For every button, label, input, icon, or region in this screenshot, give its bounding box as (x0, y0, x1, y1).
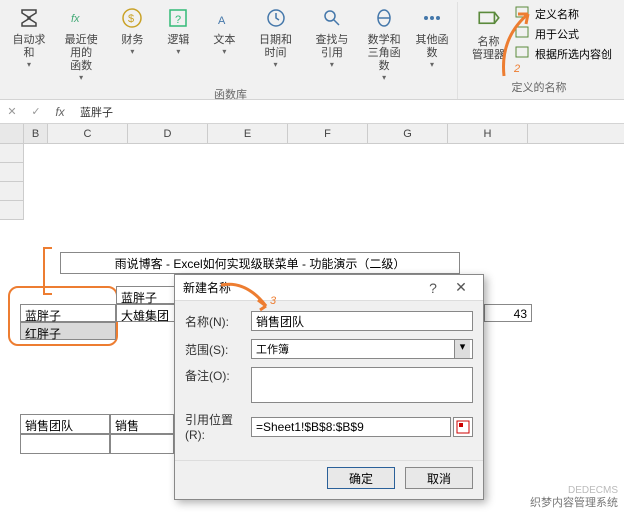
recent-button[interactable]: fx最近使用的 函数▾ (54, 2, 108, 84)
math-button[interactable]: 数学和 三角函数▾ (361, 2, 407, 84)
formula-bar: ✕ ✓ fx 蓝胖子 (0, 100, 624, 124)
chevron-down-icon: ▾ (130, 47, 134, 56)
ribbon: 自动求和▾fx最近使用的 函数▾$财务▾?逻辑▾A文本▾日期和时间▾查找与引用▾… (0, 0, 624, 100)
watermark: 织梦内容管理系统 (530, 494, 618, 510)
column-headers: BCDEFGH (0, 124, 624, 144)
money-icon: $ (118, 4, 146, 32)
column-header[interactable]: E (208, 124, 288, 143)
formula-accept-button[interactable]: ✓ (24, 101, 48, 123)
name-manager-button[interactable]: 名称 管理器 (466, 4, 511, 77)
cell[interactable]: 大雄集团 (116, 304, 176, 322)
refers-to-input[interactable] (251, 417, 451, 437)
logical-button[interactable]: ?逻辑▾ (156, 2, 200, 84)
dialog-titlebar[interactable]: 新建名称 ? ✕ (175, 275, 483, 301)
chevron-down-icon: ▾ (382, 73, 386, 82)
useinfx-button[interactable]: 用于公式 (515, 24, 612, 44)
column-header[interactable]: B (24, 124, 48, 143)
lookup-button[interactable]: 查找与引用▾ (305, 2, 359, 84)
createfromsel-button[interactable]: 根据所选内容创 (515, 44, 612, 64)
sheet-title-cell[interactable]: 雨说博客 - Excel如何实现级联菜单 - 功能演示（二级） (60, 252, 460, 274)
cell[interactable]: 蓝胖子 (116, 286, 176, 304)
svg-text:fx: fx (71, 13, 80, 25)
tag-sm-icon (515, 6, 531, 22)
dialog-title: 新建名称 (183, 279, 419, 296)
formula-input[interactable]: 蓝胖子 (72, 104, 121, 120)
column-header[interactable]: F (288, 124, 368, 143)
new-name-dialog: 新建名称 ? ✕ 名称(N): 范围(S): 工作簿 ▾ 备注(O): 引用位置… (174, 274, 484, 500)
fx-icon: fx (55, 105, 64, 119)
chevron-down-icon: ▾ (330, 60, 334, 69)
autosum-button[interactable]: 自动求和▾ (6, 2, 52, 84)
cell[interactable] (20, 434, 110, 454)
ribbon-group-names: 名称 管理器 定义名称用于公式根据所选内容创 定义的名称 (458, 2, 620, 99)
cell[interactable]: 销售 (110, 414, 174, 434)
column-header[interactable]: G (368, 124, 448, 143)
tag-icon (475, 6, 503, 34)
chevron-down-icon: ▾ (27, 60, 31, 69)
fx-recent-icon: fx (67, 4, 95, 32)
chevron-down-icon: ▾ (454, 340, 470, 358)
sigma-icon (15, 4, 43, 32)
chevron-down-icon: ▾ (79, 73, 83, 82)
scope-select[interactable]: 工作簿 ▾ (251, 339, 473, 359)
ok-button[interactable]: 确定 (327, 467, 395, 489)
grid-sm-icon (515, 46, 531, 62)
chevron-down-icon: ▾ (176, 47, 180, 56)
selected-cell[interactable]: 红胖子 (20, 322, 116, 340)
ribbon-group-title: 定义的名称 (512, 77, 567, 97)
svg-text:?: ? (175, 14, 181, 26)
fx-sm-icon (515, 26, 531, 42)
clock-icon (262, 4, 290, 32)
question-icon: ? (164, 4, 192, 32)
insert-function-button[interactable]: fx (48, 101, 72, 123)
chevron-down-icon: ▾ (430, 60, 434, 69)
chevron-down-icon: ▾ (274, 60, 278, 69)
select-all-cell[interactable] (0, 124, 24, 143)
spreadsheet-grid[interactable]: 雨说博客 - Excel如何实现级联菜单 - 功能演示（二级） 蓝胖子 红胖子 … (0, 144, 624, 512)
field-label-refers: 引用位置(R): (185, 411, 251, 442)
text-button[interactable]: A文本▾ (202, 2, 246, 84)
ribbon-group-functions: 自动求和▾fx最近使用的 函数▾$财务▾?逻辑▾A文本▾日期和时间▾查找与引用▾… (4, 2, 458, 99)
selected-cell[interactable]: 蓝胖子 (20, 304, 116, 322)
ribbon-group-title: 函数库 (214, 84, 247, 104)
column-header[interactable]: C (48, 124, 128, 143)
dialog-help-button[interactable]: ? (419, 280, 447, 296)
svg-text:$: $ (128, 13, 134, 25)
datetime-button[interactable]: 日期和时间▾ (248, 2, 302, 84)
define-button[interactable]: 定义名称 (515, 4, 612, 24)
cell[interactable] (110, 434, 174, 454)
financial-button[interactable]: $财务▾ (110, 2, 154, 84)
range-picker-button[interactable] (453, 417, 473, 437)
grid-icon (456, 420, 470, 434)
name-input[interactable] (251, 311, 473, 331)
svg-text:A: A (218, 15, 226, 27)
text-a-icon: A (210, 4, 238, 32)
field-label-scope: 范围(S): (185, 341, 251, 358)
field-label-comment: 备注(O): (185, 367, 251, 384)
comment-textarea[interactable] (251, 367, 473, 403)
cancel-button[interactable]: 取消 (405, 467, 473, 489)
dots-icon (418, 4, 446, 32)
cell[interactable]: 销售团队 (20, 414, 110, 434)
field-label-name: 名称(N): (185, 313, 251, 330)
other-button[interactable]: 其他函数▾ (409, 2, 455, 84)
dialog-close-button[interactable]: ✕ (447, 279, 475, 296)
column-header[interactable]: D (128, 124, 208, 143)
chevron-down-icon: ▾ (222, 47, 226, 56)
theta-icon (370, 4, 398, 32)
cell[interactable]: 43 (484, 304, 532, 322)
column-header[interactable]: H (448, 124, 528, 143)
formula-cancel-button[interactable]: ✕ (0, 101, 24, 123)
lookup-icon (318, 4, 346, 32)
